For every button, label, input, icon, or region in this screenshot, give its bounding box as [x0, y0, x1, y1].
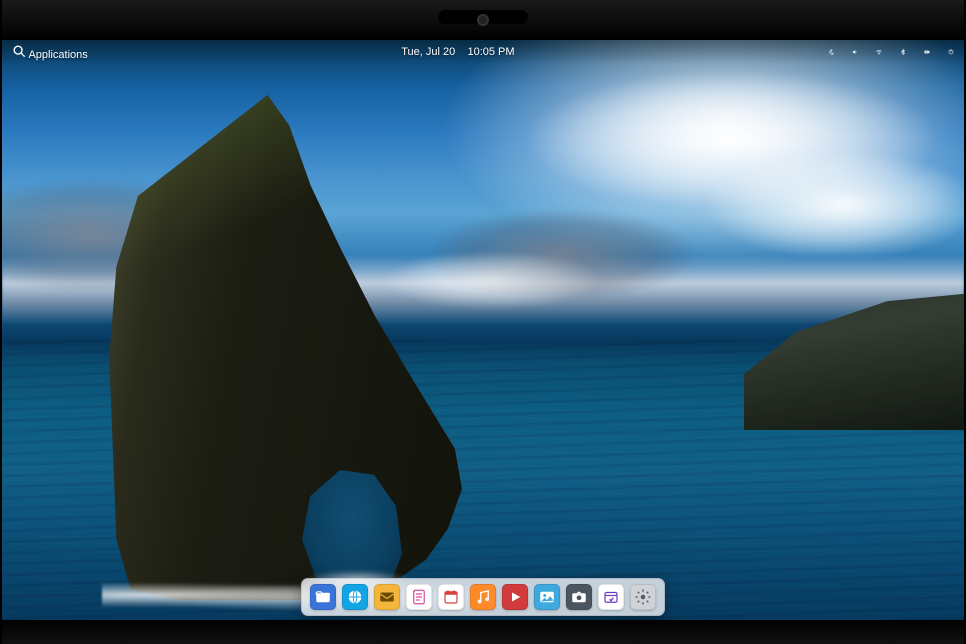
nightlight-indicator[interactable] — [824, 45, 838, 59]
top-panel: Applications Tue, Jul 20 10:05 PM — [2, 40, 964, 64]
power-indicator[interactable] — [920, 45, 934, 59]
dock-item-settings[interactable] — [630, 584, 656, 610]
laptop-bezel-bottom — [0, 620, 966, 644]
dock-item-app-center[interactable] — [598, 584, 624, 610]
applications-menu-label: Applications — [28, 49, 87, 61]
session-indicator[interactable] — [944, 45, 958, 59]
datetime-indicator[interactable]: Tue, Jul 20 10:05 PM — [397, 44, 518, 60]
bluetooth-indicator[interactable] — [896, 45, 910, 59]
dock-item-mail[interactable] — [374, 584, 400, 610]
dock-item-music[interactable] — [470, 584, 496, 610]
network-indicator[interactable] — [872, 45, 886, 59]
dock-item-videos[interactable] — [502, 584, 528, 610]
dock — [301, 578, 665, 616]
dock-item-camera[interactable] — [566, 584, 592, 610]
dock-item-tasks[interactable] — [406, 584, 432, 610]
volume-indicator[interactable] — [848, 45, 862, 59]
panel-time-label: 10:05 PM — [467, 46, 514, 58]
wallpaper-cloud — [702, 150, 964, 260]
panel-date-label: Tue, Jul 20 — [401, 46, 455, 58]
wallpaper-cloud — [382, 250, 602, 310]
dock-item-photos[interactable] — [534, 584, 560, 610]
applications-menu-button[interactable]: Applications — [8, 42, 92, 63]
laptop-bezel-top — [0, 0, 966, 40]
dock-item-calendar[interactable] — [438, 584, 464, 610]
dock-item-files[interactable] — [310, 584, 336, 610]
desktop-screen: Applications Tue, Jul 20 10:05 PM — [2, 40, 964, 620]
dock-item-web-browser[interactable] — [342, 584, 368, 610]
search-icon — [12, 44, 26, 58]
